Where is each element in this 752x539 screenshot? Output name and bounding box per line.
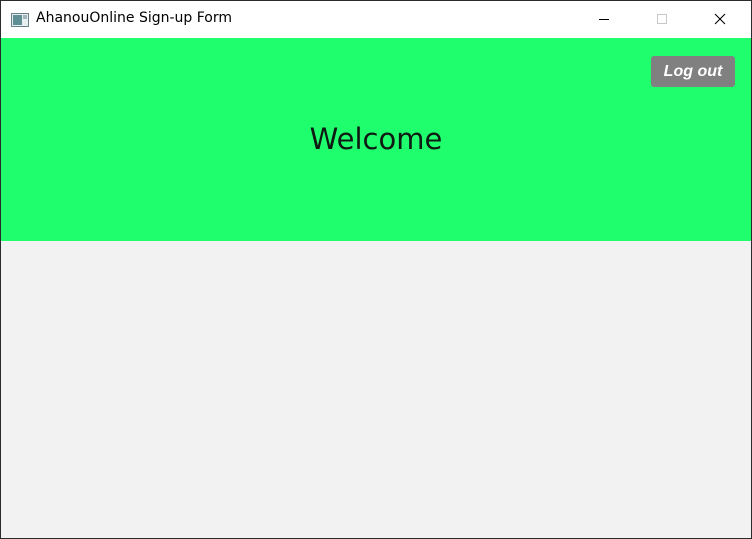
title-bar[interactable]: AhanouOnline Sign-up Form: [1, 1, 751, 38]
close-button[interactable]: [697, 1, 743, 38]
app-window-icon: [11, 12, 29, 27]
minimize-button[interactable]: [581, 1, 627, 38]
main-content-area: [1, 241, 751, 538]
maximize-button[interactable]: [639, 1, 685, 38]
close-icon: [714, 10, 726, 29]
minimize-icon: [598, 10, 610, 29]
app-window: AhanouOnline Sign-up Form Welcome Log ou…: [0, 0, 752, 539]
welcome-heading: Welcome: [309, 122, 443, 156]
logout-button[interactable]: Log out: [651, 56, 735, 87]
maximize-icon: [656, 10, 668, 29]
welcome-banner: Welcome Log out: [1, 38, 751, 241]
window-title: AhanouOnline Sign-up Form: [36, 10, 233, 26]
